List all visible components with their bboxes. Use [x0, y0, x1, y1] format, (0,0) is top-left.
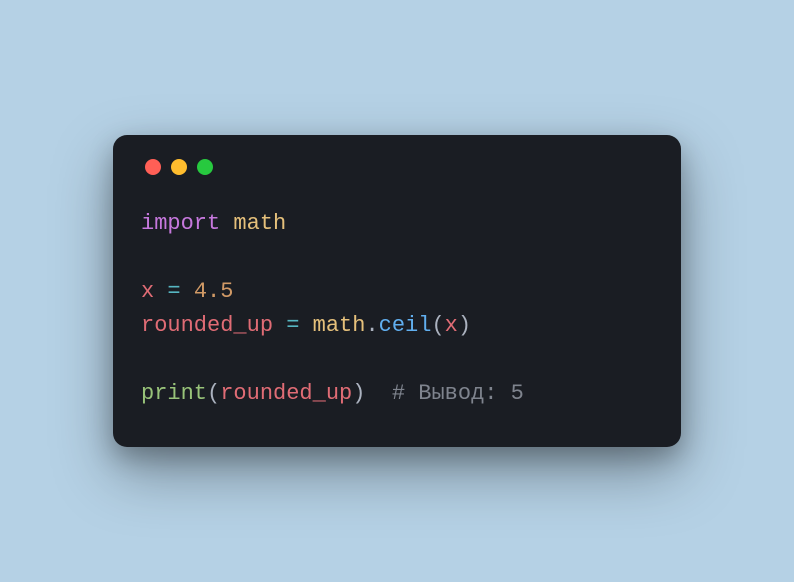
paren-open: ( [431, 313, 444, 338]
keyword-import: import [141, 211, 220, 236]
function-print: print [141, 381, 207, 406]
comment-output: # Вывод: 5 [392, 381, 524, 406]
window-traffic-lights [141, 159, 653, 175]
variable-x: x [141, 279, 154, 304]
module-math: math [233, 211, 286, 236]
paren-close: ) [458, 313, 471, 338]
code-window: import math x = 4.5 rounded_up = math.ce… [113, 135, 681, 448]
paren-close: ) [352, 381, 365, 406]
maximize-icon[interactable] [197, 159, 213, 175]
variable-rounded-up: rounded_up [141, 313, 273, 338]
module-math-ref: math [313, 313, 366, 338]
argument-rounded-up: rounded_up [220, 381, 352, 406]
number-literal: 4.5 [194, 279, 234, 304]
spacer [365, 381, 391, 406]
paren-open: ( [207, 381, 220, 406]
close-icon[interactable] [145, 159, 161, 175]
operator-assign: = [167, 279, 180, 304]
argument-x: x [445, 313, 458, 338]
code-block: import math x = 4.5 rounded_up = math.ce… [141, 207, 653, 412]
minimize-icon[interactable] [171, 159, 187, 175]
dot-operator: . [365, 313, 378, 338]
function-ceil: ceil [379, 313, 432, 338]
operator-assign: = [286, 313, 299, 338]
